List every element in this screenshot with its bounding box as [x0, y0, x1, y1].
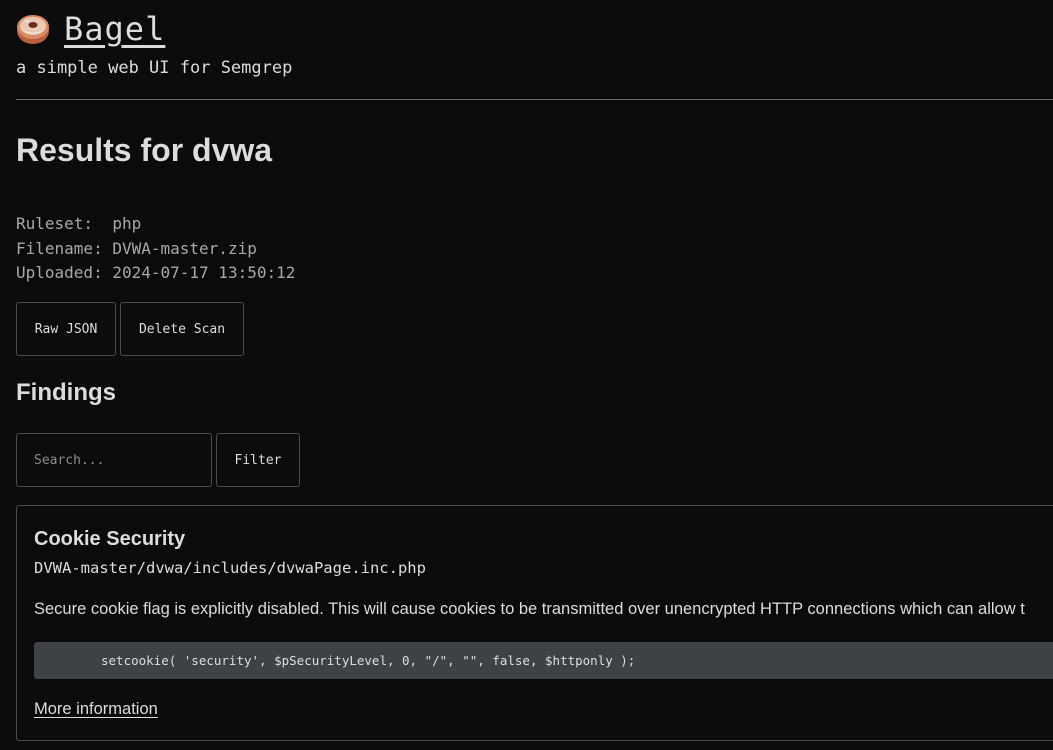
ruleset-label: Ruleset:: [16, 214, 94, 233]
page-title: Results for dvwa: [16, 132, 273, 168]
finding-title: Cookie Security: [34, 528, 186, 550]
finding-file-path: DVWA-master/dvwa/includes/dvwaPage.inc.p…: [34, 559, 426, 577]
findings-heading: Findings: [16, 379, 116, 406]
filter-button[interactable]: Filter: [216, 433, 300, 487]
uploaded-value: 2024-07-17 13:50:12: [112, 263, 296, 282]
filename-label: Filename:: [16, 238, 103, 258]
uploaded-label: Uploaded:: [16, 263, 103, 282]
raw-json-button[interactable]: Raw JSON: [16, 302, 116, 356]
bagel-icon: [17, 15, 49, 44]
tagline: a simple web UI for Semgrep: [16, 58, 293, 78]
search-input[interactable]: [16, 433, 212, 487]
delete-scan-button[interactable]: Delete Scan: [120, 302, 244, 356]
filename-value: DVWA-master.zip: [112, 238, 257, 258]
home-link[interactable]: Bagel: [16, 10, 165, 48]
code-snippet: setcookie( 'security', $pSecurityLevel, …: [34, 642, 1053, 679]
finding-card: Cookie Security DVWA-master/dvwa/include…: [16, 505, 1053, 741]
header-divider: [16, 99, 1053, 100]
page: Bagel a simple web UI for Semgrep Result…: [0, 0, 1053, 750]
ruleset-row: Ruleset: php: [16, 212, 295, 237]
app-name[interactable]: Bagel: [64, 10, 165, 48]
uploaded-row: Uploaded: 2024-07-17 13:50:12: [16, 261, 295, 286]
finding-message: Secure cookie flag is explicitly disable…: [34, 600, 1025, 618]
ruleset-value: php: [112, 214, 142, 233]
scan-metadata: Ruleset: php Filename: DVWA-master.zip U…: [16, 212, 295, 286]
filename-row: Filename: DVWA-master.zip: [16, 237, 295, 262]
more-information-link[interactable]: More information: [34, 700, 158, 719]
